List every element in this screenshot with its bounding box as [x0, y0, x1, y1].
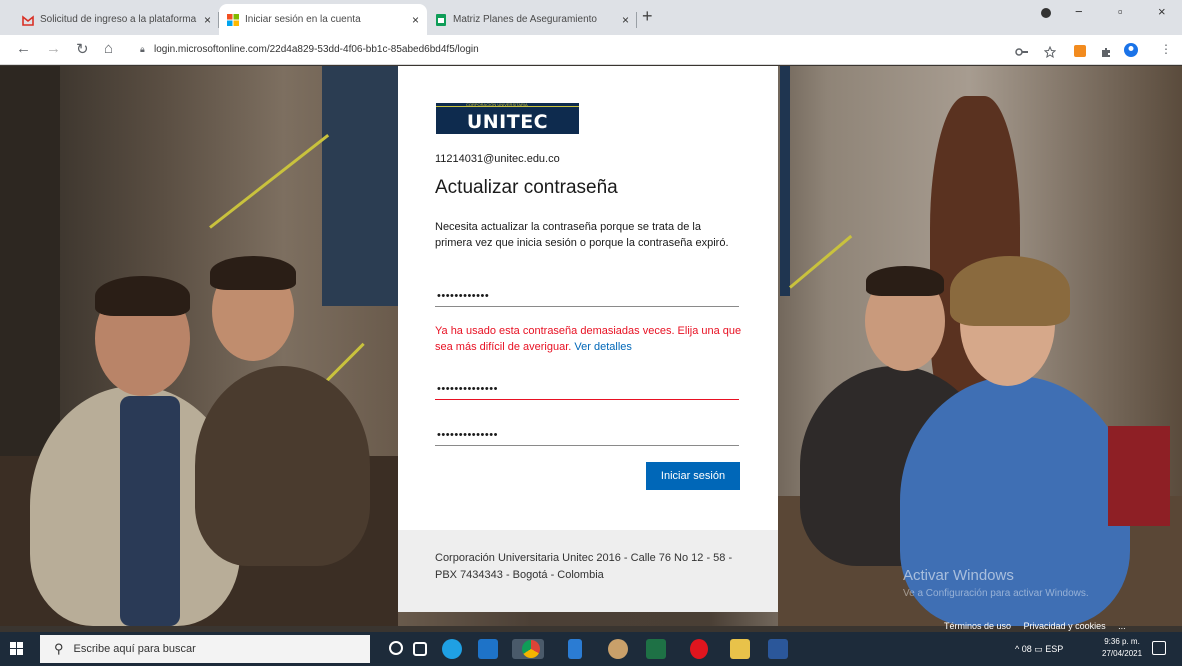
close-tab-icon[interactable]: ×	[412, 13, 419, 27]
privacy-link[interactable]: Privacidad y cookies	[1024, 621, 1106, 631]
logo-text: UNITEC	[466, 111, 549, 133]
search-icon: ⚲	[54, 641, 64, 656]
tab-title: Matriz Planes de Aseguramiento	[453, 14, 597, 25]
sign-in-button[interactable]: Iniciar sesión	[646, 462, 740, 490]
chrome-icon[interactable]	[522, 640, 540, 658]
store-icon[interactable]	[478, 639, 498, 659]
bg-stripe	[789, 234, 853, 289]
cortana-icon[interactable]	[389, 641, 403, 655]
person-right-woman-hair	[950, 256, 1070, 326]
password-key-icon[interactable]	[1015, 45, 1028, 57]
microsoft-icon	[227, 13, 239, 26]
windows-start-icon[interactable]	[10, 642, 24, 656]
close-window-button[interactable]: ×	[1158, 4, 1166, 19]
windows-activation-title: Activar Windows	[903, 567, 1014, 584]
bg-red-chair	[1108, 426, 1170, 526]
error-message: Ya ha usado esta contraseña demasiadas v…	[435, 323, 745, 355]
footer-text: Corporación Universitaria Unitec 2016 - …	[435, 552, 733, 581]
tab-microsoft-login[interactable]: Iniciar sesión en la cuenta ×	[219, 4, 427, 35]
windows-activation-subtitle: Ve a Configuración para activar Windows.	[903, 588, 1089, 599]
extension-orange-icon[interactable]	[1074, 45, 1086, 57]
page-title: Actualizar contraseña	[435, 177, 618, 198]
sheets-icon	[435, 13, 447, 26]
description-text: Necesita actualizar la contraseña porque…	[435, 221, 729, 249]
menu-icon[interactable]: ⋮	[1160, 42, 1172, 56]
taskbar-search-box[interactable]: ⚲ Escribe aquí para buscar	[40, 635, 370, 663]
tab-gmail[interactable]: Solicitud de ingreso a la plataforma ×	[14, 4, 219, 35]
home-icon[interactable]: ⌂	[104, 40, 113, 57]
logo-tagline: CORPORACIÓN UNIVERSITARIA	[466, 102, 528, 107]
card-footer: Corporación Universitaria Unitec 2016 - …	[398, 530, 778, 612]
person-center-jacket	[195, 366, 370, 566]
forward-icon[interactable]: →	[46, 40, 61, 57]
notifications-icon[interactable]	[1152, 641, 1166, 655]
back-icon[interactable]: ←	[16, 40, 31, 57]
logo-band: CORPORACIÓN UNIVERSITARIA	[436, 102, 579, 107]
excel-icon[interactable]	[646, 639, 666, 659]
edge-icon[interactable]	[442, 639, 462, 659]
tab-title: Solicitud de ingreso a la plataforma	[40, 14, 197, 25]
login-card: CORPORACIÓN UNIVERSITARIA UNITEC 1121403…	[398, 66, 778, 530]
reload-icon[interactable]: ↻	[76, 40, 89, 58]
person-left-shirt	[120, 396, 180, 626]
account-email[interactable]: 11214031@unitec.edu.co	[435, 153, 560, 165]
search-placeholder: Escribe aquí para buscar	[73, 643, 196, 655]
minimize-button[interactable]: −	[1075, 4, 1083, 19]
confirm-password-field[interactable]: ••••••••••••••	[435, 424, 739, 446]
new-password-field[interactable]: ••••••••••••••	[435, 378, 739, 400]
person-right-man-hair	[866, 266, 944, 296]
tab-sheets[interactable]: Matriz Planes de Aseguramiento ×	[427, 4, 637, 35]
address-bar[interactable]: login.microsoftonline.com/22d4a829-53dd-…	[154, 44, 479, 55]
app-icon[interactable]	[608, 639, 628, 659]
profile-icon[interactable]	[1040, 7, 1052, 22]
taskbar: ⚲ Escribe aquí para buscar ^ 08 ▭ ESP 9:…	[0, 632, 1182, 666]
clock-date: 27/04/2021	[1102, 649, 1143, 658]
lock-icon[interactable]: 🔒︎	[140, 44, 145, 55]
bg-painting	[780, 66, 790, 296]
tab-title: Iniciar sesión en la cuenta	[245, 14, 361, 25]
extensions-puzzle-icon[interactable]	[1100, 45, 1112, 57]
person-left-hair	[95, 276, 190, 316]
bookmark-star-icon[interactable]	[1043, 45, 1057, 59]
opera-icon[interactable]	[690, 639, 708, 659]
task-view-icon[interactable]	[413, 642, 427, 656]
gmail-icon	[22, 14, 34, 26]
bg-painting	[322, 66, 398, 306]
terms-link[interactable]: Términos de uso	[944, 621, 1011, 631]
more-options-link[interactable]: ...	[1118, 621, 1126, 631]
word-icon[interactable]	[768, 639, 788, 659]
error-details-link[interactable]: Ver detalles	[574, 341, 631, 353]
profile-avatar-icon[interactable]	[1124, 43, 1138, 57]
person-center-hair	[210, 256, 296, 290]
file-explorer-icon[interactable]	[730, 639, 750, 659]
close-tab-icon[interactable]: ×	[622, 13, 629, 27]
tab-strip: Solicitud de ingreso a la plataforma × I…	[0, 0, 1182, 35]
unitec-logo: CORPORACIÓN UNIVERSITARIA UNITEC	[436, 102, 579, 134]
browser-toolbar: ← → ↻ ⌂ 🔒︎ login.microsoftonline.com/22d…	[0, 35, 1182, 65]
bg-stripe	[209, 133, 330, 229]
system-tray[interactable]: ^ 08 ▭ ESP	[1015, 644, 1063, 655]
maximize-button[interactable]: ▫	[1118, 4, 1123, 19]
new-tab-button[interactable]: +	[642, 6, 653, 27]
file-icon[interactable]	[568, 639, 582, 659]
current-password-field[interactable]: ••••••••••••	[435, 285, 739, 307]
clock[interactable]: 9:36 p. m. 27/04/2021	[1102, 636, 1142, 660]
clock-time: 9:36 p. m.	[1104, 637, 1140, 646]
close-tab-icon[interactable]: ×	[204, 13, 211, 27]
tab-separator	[636, 12, 637, 28]
page-footer-links: Términos de uso Privacidad y cookies ...	[944, 621, 1126, 631]
